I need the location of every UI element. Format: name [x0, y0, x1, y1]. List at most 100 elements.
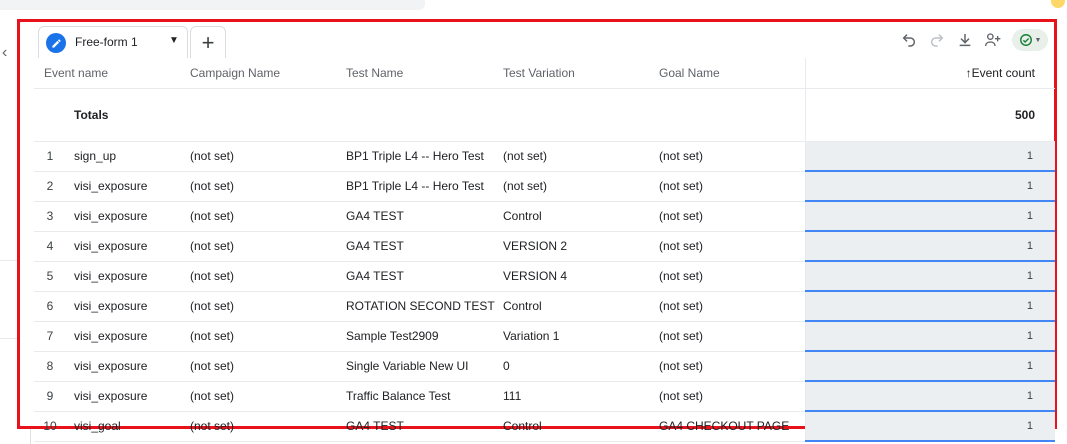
row-index: 6 [46, 299, 54, 313]
test-name-cell: GA4 TEST [346, 411, 503, 442]
top-toolbar-strip [0, 0, 425, 10]
toolbar: ▼ [900, 28, 1048, 52]
row-index: 2 [46, 179, 54, 193]
column-header-test-variation[interactable]: Test Variation [503, 58, 659, 89]
event-name-value: visi_exposure [74, 389, 148, 403]
goal-cell: (not set) [659, 201, 805, 232]
variation-cell: VERSION 2 [503, 231, 659, 262]
event-name-cell: 8 visi_exposure [34, 351, 190, 382]
campaign-cell: (not set) [190, 231, 346, 262]
table-row[interactable]: 3 visi_exposure (not set) GA4 TEST Control (n… [34, 201, 1055, 232]
row-index: 4 [46, 239, 54, 253]
table-row[interactable]: 1 sign_up (not set) BP1 Triple L4 -- Hero T… [34, 141, 1055, 172]
variation-cell: Control [503, 411, 659, 442]
row-index: 7 [46, 329, 54, 343]
goal-cell: (not set) [659, 141, 805, 172]
caret-down-icon[interactable]: ▼ [169, 35, 179, 46]
chevron-left-icon[interactable]: ‹ [2, 44, 7, 62]
test-name-cell: Sample Test2909 [346, 321, 503, 352]
totals-label: Totals [34, 88, 190, 142]
totals-row: Totals 500 [34, 88, 1055, 142]
event-name-value: visi_exposure [74, 269, 148, 283]
totals-event-count: 500 [804, 88, 1055, 142]
row-index: 5 [46, 269, 54, 283]
test-name-cell: GA4 TEST [346, 201, 503, 232]
data-table: Event name Campaign Name Test Name Test … [34, 58, 1055, 442]
plus-icon: + [201, 29, 215, 55]
event-count-cell: 1 [804, 381, 1055, 412]
download-icon[interactable] [956, 31, 974, 49]
goal-cell: (not set) [659, 291, 805, 322]
variation-cell: (not set) [503, 171, 659, 202]
header-row: Event name Campaign Name Test Name Test … [34, 58, 1055, 89]
row-index: 1 [46, 149, 54, 164]
tab-bar: Free-form 1 ▼ + ▼ [34, 22, 1054, 58]
event-name-value: visi_exposure [74, 329, 148, 343]
campaign-cell: (not set) [190, 171, 346, 202]
column-header-campaign-name[interactable]: Campaign Name [190, 58, 346, 89]
event-name-value: visi_exposure [74, 239, 148, 253]
event-count-cell: 1 [804, 201, 1055, 232]
variation-cell: Control [503, 201, 659, 232]
table-row[interactable]: 9 visi_exposure (not set) Traffic Balance T… [34, 381, 1055, 412]
campaign-cell: (not set) [190, 261, 346, 292]
variation-cell: 0 [503, 351, 659, 382]
undo-icon[interactable] [900, 31, 918, 49]
event-name-value: visi_goal [74, 419, 121, 433]
event-name-value: visi_exposure [74, 299, 148, 313]
campaign-cell: (not set) [190, 291, 346, 322]
event-name-cell: 3 visi_exposure [34, 201, 190, 232]
event-name-cell: 10 visi_goal [34, 411, 190, 442]
column-header-event-count[interactable]: ↑Event count [804, 58, 1055, 89]
tab-free-form-1[interactable]: Free-form 1 ▼ [38, 26, 188, 58]
table-row[interactable]: 4 visi_exposure (not set) GA4 TEST VERSION 2… [34, 231, 1055, 262]
goal-cell: GA4 CHECKOUT PAGE [659, 411, 805, 442]
campaign-cell: (not set) [190, 321, 346, 352]
avatar[interactable] [1051, 0, 1065, 8]
event-name-cell: 9 visi_exposure [34, 381, 190, 412]
test-name-cell: GA4 TEST [346, 231, 503, 262]
campaign-cell: (not set) [190, 141, 346, 172]
pencil-icon [46, 33, 66, 53]
event-name-cell: 4 visi_exposure [34, 231, 190, 262]
event-name-cell: 2 visi_exposure [34, 171, 190, 202]
event-count-cell: 1 [804, 411, 1055, 442]
goal-cell: (not set) [659, 261, 805, 292]
test-name-cell: Single Variable New UI [346, 351, 503, 382]
column-header-test-name[interactable]: Test Name [346, 58, 503, 89]
column-header-event-name[interactable]: Event name [34, 58, 190, 89]
variation-cell: Variation 1 [503, 321, 659, 352]
campaign-cell: (not set) [190, 381, 346, 412]
event-count-cell: 1 [804, 261, 1055, 292]
redo-icon[interactable] [928, 31, 946, 49]
test-name-cell: BP1 Triple L4 -- Hero Test [346, 141, 503, 172]
event-name-cell: 6 visi_exposure [34, 291, 190, 322]
table-row[interactable]: 6 visi_exposure (not set) ROTATION SECOND T… [34, 291, 1055, 322]
table-row[interactable]: 8 visi_exposure (not set) Single Variable N… [34, 351, 1055, 382]
event-name-value: visi_exposure [74, 179, 148, 193]
status-button[interactable]: ▼ [1012, 29, 1048, 51]
campaign-cell: (not set) [190, 201, 346, 232]
row-index: 3 [46, 209, 54, 223]
test-name-cell: GA4 TEST [346, 261, 503, 292]
event-count-cell: 1 [804, 291, 1055, 322]
event-count-cell: 1 [804, 141, 1055, 172]
column-header-goal-name[interactable]: Goal Name [659, 58, 805, 89]
table-row[interactable]: 2 visi_exposure (not set) BP1 Triple L4 -- … [34, 171, 1055, 202]
table-row[interactable]: 5 visi_exposure (not set) GA4 TEST VERSION 4… [34, 261, 1055, 292]
event-count-cell: 1 [804, 351, 1055, 382]
test-name-cell: BP1 Triple L4 -- Hero Test [346, 171, 503, 202]
event-name-cell: 7 visi_exposure [34, 321, 190, 352]
check-circle-icon [1019, 34, 1032, 46]
caret-down-icon: ▼ [1034, 36, 1042, 44]
share-user-icon[interactable] [984, 31, 1002, 49]
event-count-cell: 1 [804, 171, 1055, 202]
table-row[interactable]: 10 visi_goal (not set) GA4 TEST Control GA4 C… [34, 411, 1055, 442]
goal-cell: (not set) [659, 381, 805, 412]
event-name-value: sign_up [74, 149, 117, 164]
table-row[interactable]: 7 visi_exposure (not set) Sample Test2909 Va… [34, 321, 1055, 352]
add-tab-button[interactable]: + [190, 26, 226, 58]
campaign-cell: (not set) [190, 411, 346, 442]
row-index: 8 [46, 359, 54, 373]
test-name-cell: ROTATION SECOND TEST [346, 291, 503, 322]
